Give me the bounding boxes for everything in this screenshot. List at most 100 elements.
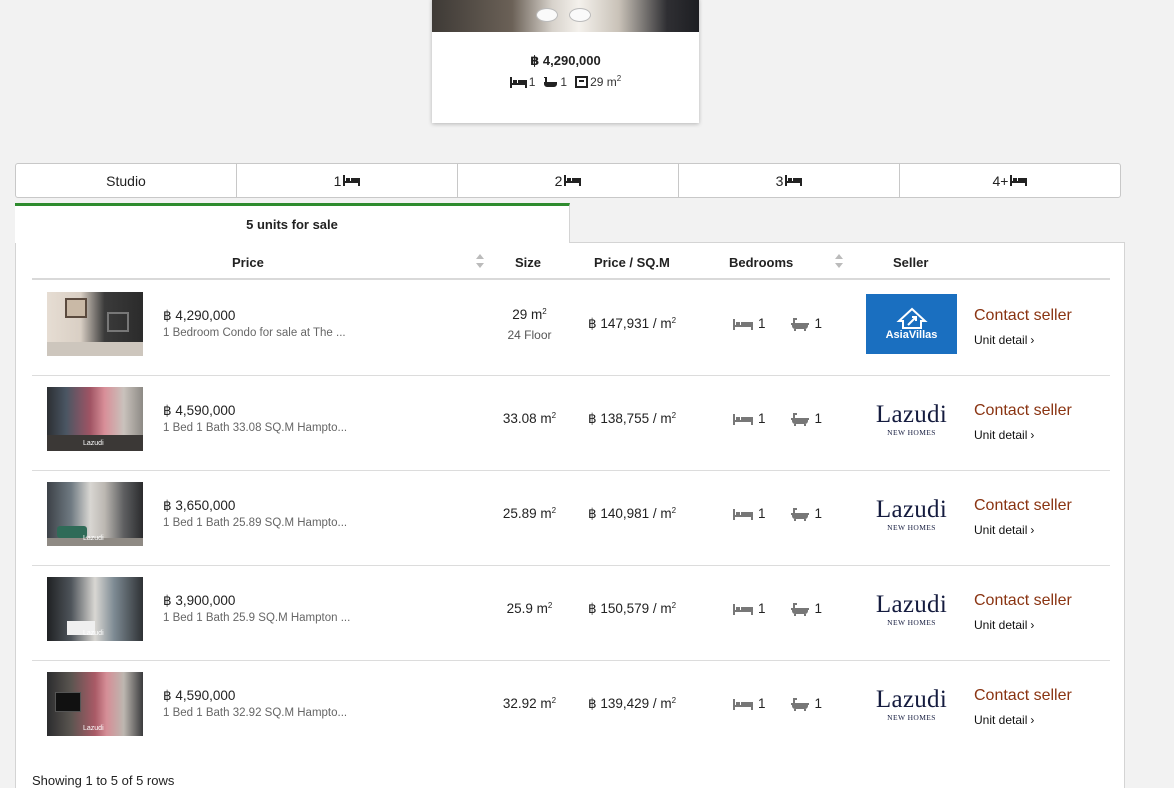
bed-icon bbox=[785, 175, 803, 186]
bathtub-icon bbox=[790, 507, 809, 521]
units-tab-label: 5 units for sale bbox=[246, 217, 338, 232]
featured-area: 29 m2 bbox=[575, 75, 621, 89]
contact-seller-link[interactable]: Contact seller bbox=[974, 402, 1072, 420]
unit-rooms: 1 1 bbox=[733, 696, 822, 711]
featured-bathrooms-value: 1 bbox=[560, 75, 568, 89]
bathtub-icon bbox=[790, 602, 809, 616]
unit-detail-link[interactable]: Unit detail › bbox=[974, 713, 1034, 727]
featured-area-value: 29 m2 bbox=[590, 74, 622, 90]
tab-4-plus-bedroom[interactable]: 4+ bbox=[900, 164, 1120, 197]
unit-size: 32.92 m2 bbox=[502, 696, 557, 711]
tab-2-bedroom[interactable]: 2 bbox=[458, 164, 679, 197]
table-row[interactable]: Lazudi ฿ 4,590,000 1 Bed 1 Bath 33.08 SQ… bbox=[32, 376, 1110, 471]
unit-price: ฿ 4,290,000 bbox=[163, 308, 236, 323]
unit-description[interactable]: 1 Bed 1 Bath 32.92 SQ.M Hampto... bbox=[163, 707, 347, 719]
bedroom-count: 1 bbox=[758, 506, 766, 521]
unit-thumbnail[interactable]: Lazudi bbox=[47, 482, 143, 546]
bathtub-icon bbox=[544, 77, 558, 87]
column-header-price-per-sqm[interactable]: Price / SQ.M bbox=[594, 255, 670, 270]
unit-price-per-sqm: ฿ 150,579 / m2 bbox=[588, 601, 677, 616]
unit-description[interactable]: 1 Bedroom Condo for sale at The ... bbox=[163, 327, 346, 339]
unit-description[interactable]: 1 Bed 1 Bath 25.89 SQ.M Hampto... bbox=[163, 517, 347, 529]
column-header-size[interactable]: Size bbox=[515, 255, 541, 270]
unit-size: 25.89 m2 bbox=[502, 506, 557, 521]
unit-price: ฿ 3,650,000 bbox=[163, 498, 236, 513]
unit-detail-link[interactable]: Unit detail › bbox=[974, 618, 1034, 632]
bathroom-count: 1 bbox=[814, 506, 823, 521]
unit-price: ฿ 4,590,000 bbox=[163, 688, 236, 703]
chevron-right-icon: › bbox=[1030, 713, 1035, 727]
sort-icon[interactable] bbox=[834, 253, 844, 269]
column-header-bedrooms[interactable]: Bedrooms bbox=[729, 255, 793, 270]
column-header-price[interactable]: Price bbox=[232, 255, 264, 270]
unit-size: 25.9 m2 bbox=[506, 601, 553, 616]
sort-icon[interactable] bbox=[475, 253, 485, 269]
featured-bedrooms: 1 bbox=[509, 75, 536, 89]
bathtub-icon bbox=[790, 412, 809, 426]
contact-seller-link[interactable]: Contact seller bbox=[974, 687, 1072, 705]
contact-seller-link[interactable]: Contact seller bbox=[974, 307, 1072, 325]
bed-icon bbox=[733, 318, 753, 330]
chevron-right-icon: › bbox=[1030, 523, 1035, 537]
unit-price-per-sqm: ฿ 140,981 / m2 bbox=[588, 506, 677, 521]
bedroom-count: 1 bbox=[758, 601, 766, 616]
bathroom-count: 1 bbox=[814, 411, 823, 426]
bathtub-icon bbox=[790, 697, 809, 711]
tab-1-bedroom[interactable]: 1 bbox=[237, 164, 458, 197]
seller-logo-asiavillas[interactable]: AsiaVillas bbox=[866, 294, 957, 354]
unit-size: 29 m2 bbox=[512, 307, 547, 322]
unit-thumbnail[interactable]: Lazudi bbox=[47, 672, 143, 736]
bed-icon bbox=[733, 508, 753, 520]
seller-logo-lazudi[interactable]: Lazudi NEW HOMES bbox=[866, 484, 957, 544]
unit-floor: 24 Floor bbox=[507, 328, 552, 342]
house-icon bbox=[895, 307, 928, 329]
bed-icon bbox=[1010, 175, 1028, 186]
unit-description[interactable]: 1 Bed 1 Bath 33.08 SQ.M Hampto... bbox=[163, 422, 347, 434]
chevron-right-icon: › bbox=[1030, 428, 1035, 442]
unit-price-per-sqm: ฿ 139,429 / m2 bbox=[588, 696, 677, 711]
unit-detail-link[interactable]: Unit detail › bbox=[974, 333, 1034, 347]
unit-thumbnail[interactable]: Lazudi bbox=[47, 387, 143, 451]
area-icon bbox=[575, 76, 589, 88]
tab-units-for-sale[interactable]: 5 units for sale bbox=[15, 203, 570, 243]
unit-price: ฿ 4,590,000 bbox=[163, 403, 236, 418]
table-row[interactable]: Lazudi ฿ 3,900,000 1 Bed 1 Bath 25.9 SQ.… bbox=[32, 566, 1110, 661]
bedroom-count: 1 bbox=[758, 411, 766, 426]
featured-price: ฿ 4,290,000 bbox=[530, 53, 601, 68]
featured-unit-card[interactable]: ฿ 4,290,000 1 1 29 m2 bbox=[432, 0, 699, 123]
unit-thumbnail[interactable] bbox=[47, 292, 143, 356]
table-row[interactable]: Lazudi ฿ 3,650,000 1 Bed 1 Bath 25.89 SQ… bbox=[32, 471, 1110, 566]
contact-seller-link[interactable]: Contact seller bbox=[974, 497, 1072, 515]
unit-rooms: 1 1 bbox=[733, 506, 822, 521]
table-row[interactable]: ฿ 4,290,000 1 Bedroom Condo for sale at … bbox=[32, 281, 1110, 376]
featured-bedrooms-value: 1 bbox=[528, 75, 536, 89]
unit-rooms: 1 1 bbox=[733, 411, 822, 426]
tab-3-bedroom[interactable]: 3 bbox=[679, 164, 900, 197]
unit-detail-link[interactable]: Unit detail › bbox=[974, 523, 1034, 537]
unit-rooms: 1 1 bbox=[733, 601, 822, 616]
featured-bathrooms: 1 bbox=[543, 75, 567, 89]
seller-logo-lazudi[interactable]: Lazudi NEW HOMES bbox=[866, 579, 957, 639]
bed-icon bbox=[343, 175, 361, 186]
bedroom-count: 1 bbox=[758, 316, 766, 331]
bed-icon bbox=[733, 413, 753, 425]
bathroom-count: 1 bbox=[814, 316, 823, 331]
tab-studio[interactable]: Studio bbox=[16, 164, 237, 197]
bed-icon bbox=[509, 76, 527, 88]
pagination-summary: Showing 1 to 5 of 5 rows bbox=[32, 773, 175, 788]
plate-shape bbox=[569, 8, 591, 22]
unit-thumbnail[interactable]: Lazudi bbox=[47, 577, 143, 641]
seller-logo-lazudi[interactable]: Lazudi NEW HOMES bbox=[866, 674, 957, 734]
unit-description[interactable]: 1 Bed 1 Bath 25.9 SQ.M Hampton ... bbox=[163, 612, 350, 624]
bathtub-icon bbox=[790, 317, 809, 331]
table-row[interactable]: Lazudi ฿ 4,590,000 1 Bed 1 Bath 32.92 SQ… bbox=[32, 661, 1110, 756]
unit-size: 33.08 m2 bbox=[502, 411, 557, 426]
unit-price-per-sqm: ฿ 138,755 / m2 bbox=[588, 411, 677, 426]
bedroom-filter-tabs: Studio 1 2 3 4+ bbox=[15, 163, 1121, 198]
unit-rooms: 1 1 bbox=[733, 316, 822, 331]
seller-logo-lazudi[interactable]: Lazudi NEW HOMES bbox=[866, 389, 957, 449]
unit-detail-link[interactable]: Unit detail › bbox=[974, 428, 1034, 442]
featured-unit-photo bbox=[432, 0, 699, 32]
contact-seller-link[interactable]: Contact seller bbox=[974, 592, 1072, 610]
bed-icon bbox=[733, 603, 753, 615]
